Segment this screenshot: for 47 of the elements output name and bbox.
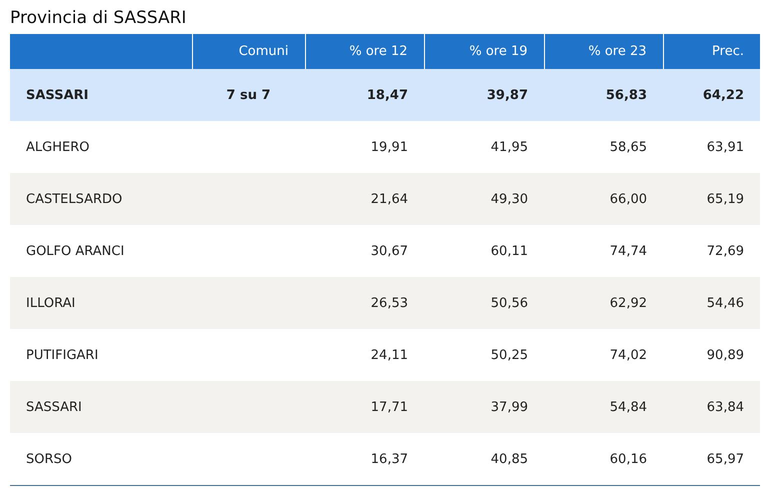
table-cell: 37,99: [490, 400, 528, 414]
column-header: % ore 23: [544, 34, 663, 69]
table-cell: CASTELSARDO: [26, 192, 122, 206]
table-cell: 72,69: [706, 244, 744, 258]
table-cell: 62,92: [610, 296, 647, 310]
column-header: % ore 12: [305, 34, 424, 69]
table-cell: 41,95: [490, 140, 528, 154]
table-cell: 56,83: [606, 88, 647, 102]
table-cell: 49,30: [490, 192, 528, 206]
table-cell: 65,19: [706, 192, 744, 206]
table-cell: ALGHERO: [26, 140, 90, 154]
table-cell: 74,02: [610, 348, 647, 362]
table-cell: 50,25: [490, 348, 528, 362]
table-cell: 21,64: [370, 192, 408, 206]
table-cell: 26,53: [370, 296, 408, 310]
table-cell: ILLORAI: [26, 296, 76, 310]
table-cell: 60,16: [610, 452, 647, 466]
table-cell: 18,47: [366, 88, 408, 102]
table-cell: SASSARI: [26, 400, 82, 414]
table-cell: 74,74: [610, 244, 647, 258]
table-cell: 50,56: [490, 296, 528, 310]
table-cell: 60,11: [490, 244, 528, 258]
table-cell: 66,00: [610, 192, 647, 206]
table-cell: 16,37: [370, 452, 408, 466]
table-cell: 63,91: [706, 140, 744, 154]
table-cell: 24,11: [370, 348, 408, 362]
table-cell: 40,85: [490, 452, 528, 466]
table-cell: 30,67: [370, 244, 408, 258]
table-cell: 90,89: [706, 348, 744, 362]
table-cell: 19,91: [370, 140, 408, 154]
table-cell: 54,84: [610, 400, 647, 414]
table-cell: 39,87: [486, 88, 528, 102]
table-cell: 17,71: [370, 400, 408, 414]
table-cell: PUTIFIGARI: [26, 348, 98, 362]
table-cell: 54,46: [706, 296, 744, 310]
table-cell: SASSARI: [26, 88, 88, 102]
column-header: Comuni: [192, 34, 305, 69]
table-cell: 58,65: [610, 140, 647, 154]
table-cell: GOLFO ARANCI: [26, 244, 124, 258]
table-cell: 65,97: [706, 452, 744, 466]
column-header: % ore 19: [424, 34, 544, 69]
table-title: Provincia di SASSARI: [10, 8, 188, 28]
table-cell: 63,84: [706, 400, 744, 414]
table-cell: SORSO: [26, 452, 72, 466]
table-cell: 7 su 7: [226, 88, 271, 102]
column-header: Prec.: [663, 34, 760, 69]
table-cell: 64,22: [702, 88, 744, 102]
